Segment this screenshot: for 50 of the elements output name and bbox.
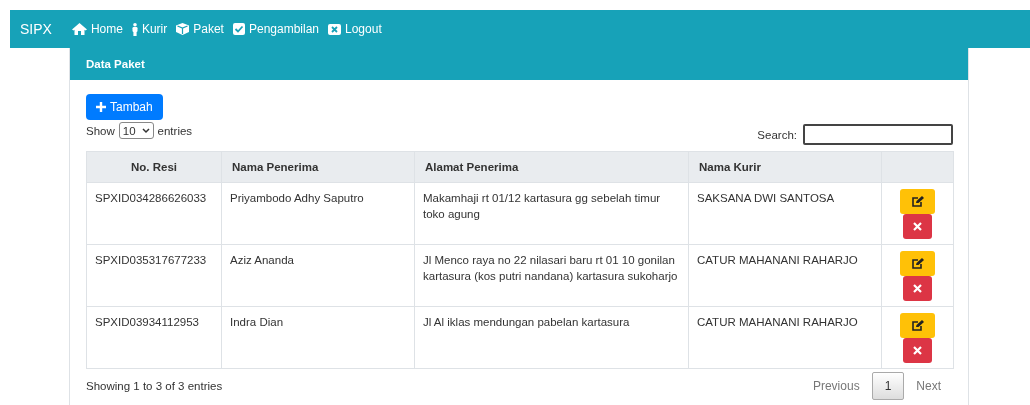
search-label: Search:	[757, 128, 797, 141]
home-icon	[71, 23, 87, 35]
edit-icon	[911, 196, 924, 207]
table-info: Showing 1 to 3 of 3 entries	[86, 380, 223, 392]
person-icon	[131, 22, 138, 36]
nav-link[interactable]: Kurir	[131, 22, 168, 36]
delete-button[interactable]	[903, 338, 932, 363]
page-button[interactable]: 1	[871, 372, 905, 400]
table-cell: Makamhaji rt 01/12 kartasura gg sebelah timur toko agung	[414, 182, 689, 245]
close-icon	[913, 284, 922, 293]
edit-icon	[911, 320, 924, 331]
cube-icon	[176, 23, 190, 35]
delete-button[interactable]	[903, 276, 932, 301]
nav-link[interactable]: Paket	[176, 22, 224, 36]
table-cell: SPXID034286626033	[86, 182, 222, 245]
brand-name[interactable]: SIPX	[20, 21, 52, 37]
edit-button[interactable]	[900, 313, 935, 338]
column-header[interactable]: Alamat Penerima	[414, 151, 689, 183]
length-label: Show	[86, 124, 115, 137]
edit-icon	[911, 258, 924, 269]
table-cell: CATUR MAHANANI RAHARJO	[688, 306, 882, 369]
close-icon	[328, 23, 341, 35]
table-cell: Jl Menco raya no 22 nilasari baru rt 01 10 gonilan kartasura (kos putri nandana) kartasura sukoharjo	[414, 244, 689, 307]
table-cell: SAKSANA DWI SANTOSA	[688, 182, 882, 245]
close-icon	[913, 346, 922, 355]
search-field[interactable]	[803, 124, 953, 145]
chevron-down-icon	[141, 127, 150, 134]
table-cell: SPXID035317677233	[86, 244, 222, 307]
table-cell: Indra Dian	[221, 306, 415, 369]
add-button[interactable]: Tambah	[86, 94, 163, 120]
plus-icon	[96, 102, 106, 112]
table-cell: SPXID03934112953	[86, 306, 222, 369]
column-header[interactable]: Nama Kurir	[688, 151, 882, 183]
table-cell: Aziz Ananda	[221, 244, 415, 307]
checkbox-icon	[232, 23, 245, 35]
column-header[interactable]: No. Resi	[86, 151, 222, 183]
nav-link[interactable]: Home	[71, 22, 123, 36]
nav-link[interactable]: Logout	[328, 22, 382, 36]
page-size-select[interactable]: 10	[118, 122, 154, 139]
nav-link[interactable]: Pengambilan	[232, 22, 319, 36]
edit-button[interactable]	[900, 251, 935, 276]
close-icon	[913, 222, 922, 231]
table-cell: CATUR MAHANANI RAHARJO	[688, 244, 882, 307]
table-cell: Priyambodo Adhy Saputro	[221, 182, 415, 245]
column-header[interactable]: Nama Penerima	[221, 151, 415, 183]
delete-button[interactable]	[903, 214, 932, 239]
table-cell: Jl Al iklas mendungan pabelan kartasura	[414, 306, 689, 369]
card-title: Data Paket	[86, 58, 145, 70]
length-label: entries	[157, 124, 193, 137]
edit-button[interactable]	[900, 189, 935, 214]
